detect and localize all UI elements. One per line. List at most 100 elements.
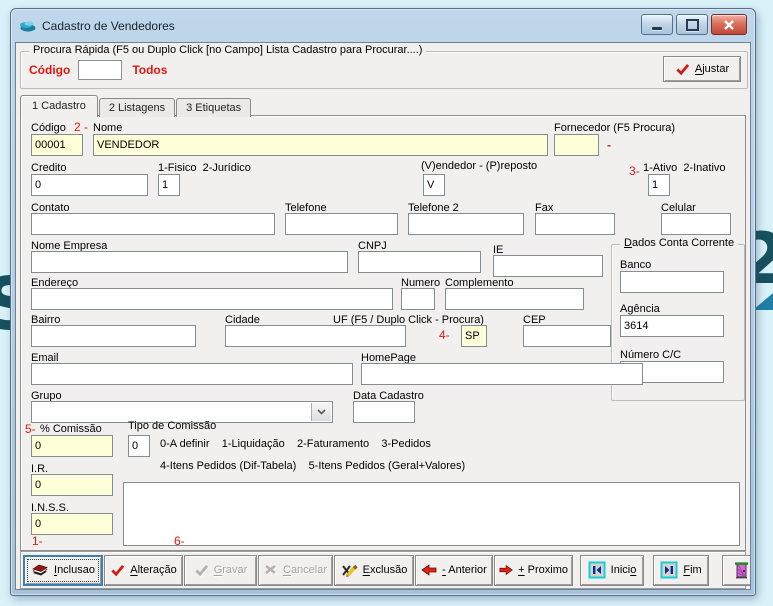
tipo-comissao-field[interactable]: [128, 435, 150, 457]
numero-field[interactable]: [401, 288, 435, 310]
codigo-field[interactable]: [31, 134, 83, 156]
dados-conta-corrente-legend: Dados Conta Corrente: [620, 237, 738, 249]
red-check-icon: [110, 564, 125, 577]
fim-button[interactable]: Fim: [653, 555, 709, 586]
maximize-icon: [686, 19, 699, 31]
inicio-button[interactable]: Inicio: [580, 555, 644, 586]
cidade-field[interactable]: [225, 325, 406, 347]
annotation-4: 4-: [439, 328, 450, 342]
nome-empresa-field[interactable]: [31, 251, 348, 273]
banco-label: Banco: [620, 259, 651, 271]
alteracao-button[interactable]: Alteração: [104, 555, 183, 586]
annotation-1: 1-: [32, 534, 43, 548]
tab-listagens[interactable]: 2 Listagens: [99, 98, 175, 117]
chevron-down-icon: [317, 409, 326, 415]
cadastro-vendedores-window: Cadastro de Vendedores Procura Rápida (F…: [10, 8, 756, 596]
book-stack-icon: [31, 563, 49, 577]
uf-field[interactable]: [461, 325, 487, 347]
comissao-label: % Comissão: [40, 423, 102, 435]
inss-field[interactable]: [31, 513, 113, 535]
complemento-field[interactable]: [445, 288, 584, 310]
data-cadastro-field[interactable]: [353, 401, 415, 423]
celular-field[interactable]: [661, 213, 731, 235]
ir-field[interactable]: [31, 474, 113, 496]
inclusao-button[interactable]: Inclusao: [23, 555, 103, 586]
tipo-comissao-options-line1: 0-A definir 1-Liquidação 2-Faturamento 3…: [160, 438, 431, 450]
fornecedor-field[interactable]: [554, 134, 599, 156]
anterior-button[interactable]: - Anterior: [415, 555, 493, 586]
red-check-icon: [675, 63, 690, 76]
skip-to-start-icon: [588, 561, 606, 579]
cnpj-field[interactable]: [358, 251, 481, 273]
comissao-field[interactable]: [31, 435, 113, 457]
ie-field[interactable]: [493, 255, 603, 277]
homepage-field[interactable]: [361, 363, 643, 385]
window-title: Cadastro de Vendedores: [42, 19, 175, 33]
red-arrow-right-icon: [499, 564, 513, 576]
pencil-x-icon: [341, 563, 358, 577]
proximo-button[interactable]: + Proximo: [494, 555, 573, 586]
fornecedor-dash-annotation: -: [607, 138, 611, 152]
close-button[interactable]: [711, 14, 747, 35]
nome-label: Nome: [93, 122, 122, 134]
exclusao-button[interactable]: Exclusão: [334, 555, 414, 586]
cep-field[interactable]: [523, 325, 611, 347]
agencia-field[interactable]: [620, 315, 724, 337]
annotation-3: 3-: [629, 164, 640, 178]
exit-door-icon: [734, 561, 749, 579]
tipo-comissao-options-line2: 4-Itens Pedidos (Dif-Tabela) 5-Itens Ped…: [160, 460, 465, 472]
todos-label: Todos: [132, 63, 167, 77]
vendedor-preposto-field[interactable]: [423, 174, 445, 196]
vendedor-preposto-label: (V)endedor - (P)reposto: [421, 160, 537, 172]
cancelar-button[interactable]: Cancelar: [258, 555, 333, 586]
ativo-inativo-field[interactable]: [648, 174, 670, 196]
email-field[interactable]: [31, 363, 353, 385]
title-bar[interactable]: Cadastro de Vendedores: [11, 9, 755, 42]
banco-field[interactable]: [620, 271, 724, 293]
credito-label: Credito: [31, 162, 66, 174]
procura-rapida-legend: Procura Rápida (F5 ou Duplo Click [no Ca…: [29, 44, 426, 56]
codigo-search-input[interactable]: [78, 60, 122, 80]
nome-field[interactable]: [93, 134, 548, 156]
endereco-field[interactable]: [31, 288, 393, 310]
telefone2-field[interactable]: [408, 213, 524, 235]
agencia-label: Agência: [620, 303, 660, 315]
contato-field[interactable]: [31, 213, 275, 235]
fax-field[interactable]: [535, 213, 615, 235]
codigo-label: Código: [31, 122, 66, 134]
app-logo-icon: [19, 19, 36, 32]
ativo-inativo-label: 1-Ativo 2-Inativo: [643, 162, 726, 174]
gravar-button[interactable]: Gravar: [184, 555, 257, 586]
annotation-2: 2 -: [74, 120, 88, 134]
fisico-juridico-label: 1-Fisico 2-Jurídico: [158, 162, 251, 174]
tipo-comissao-label: Tipo de Comissão: [128, 420, 216, 432]
bottom-button-bar: Inclusao Alteração Gravar: [20, 551, 746, 589]
credito-field[interactable]: [31, 174, 148, 196]
tab-etiquetas[interactable]: 3 Etiquetas: [176, 98, 251, 117]
skip-to-end-icon: [660, 561, 678, 579]
numero-cc-label: Número C/C: [620, 349, 681, 361]
fisico-juridico-field[interactable]: [158, 174, 180, 196]
codigo-search-label: Código: [29, 63, 70, 77]
gray-check-icon: [194, 564, 209, 577]
sair-button[interactable]: Sair: [722, 555, 751, 586]
maximize-button[interactable]: [676, 14, 708, 35]
minimize-icon: [652, 27, 662, 30]
ajustar-button[interactable]: Ajustar: [663, 56, 741, 82]
grupo-dropdown-arrow[interactable]: [311, 403, 331, 421]
dialog-client-area: Procura Rápida (F5 ou Duplo Click [no Ca…: [15, 42, 751, 590]
minimize-button[interactable]: [641, 14, 673, 35]
procura-rapida-groupbox: Procura Rápida (F5 ou Duplo Click [no Ca…: [20, 51, 748, 89]
red-arrow-left-icon: [421, 564, 437, 576]
telefone-field[interactable]: [285, 213, 398, 235]
cadastro-tab-page: Código 2 - Nome Fornecedor (F5 Procura) …: [20, 115, 746, 551]
close-icon: [723, 20, 735, 30]
tab-cadastro[interactable]: 1 Cadastro: [20, 95, 98, 117]
annotation-5: 5-: [25, 422, 36, 436]
annotation-6: 6-: [174, 534, 185, 548]
bairro-field[interactable]: [31, 325, 196, 347]
tab-strip: 1 Cadastro 2 Listagens 3 Etiquetas: [20, 95, 252, 116]
gray-x-icon: [264, 564, 278, 576]
fornecedor-label: Fornecedor (F5 Procura): [554, 122, 675, 134]
observacoes-textarea[interactable]: [123, 482, 740, 546]
